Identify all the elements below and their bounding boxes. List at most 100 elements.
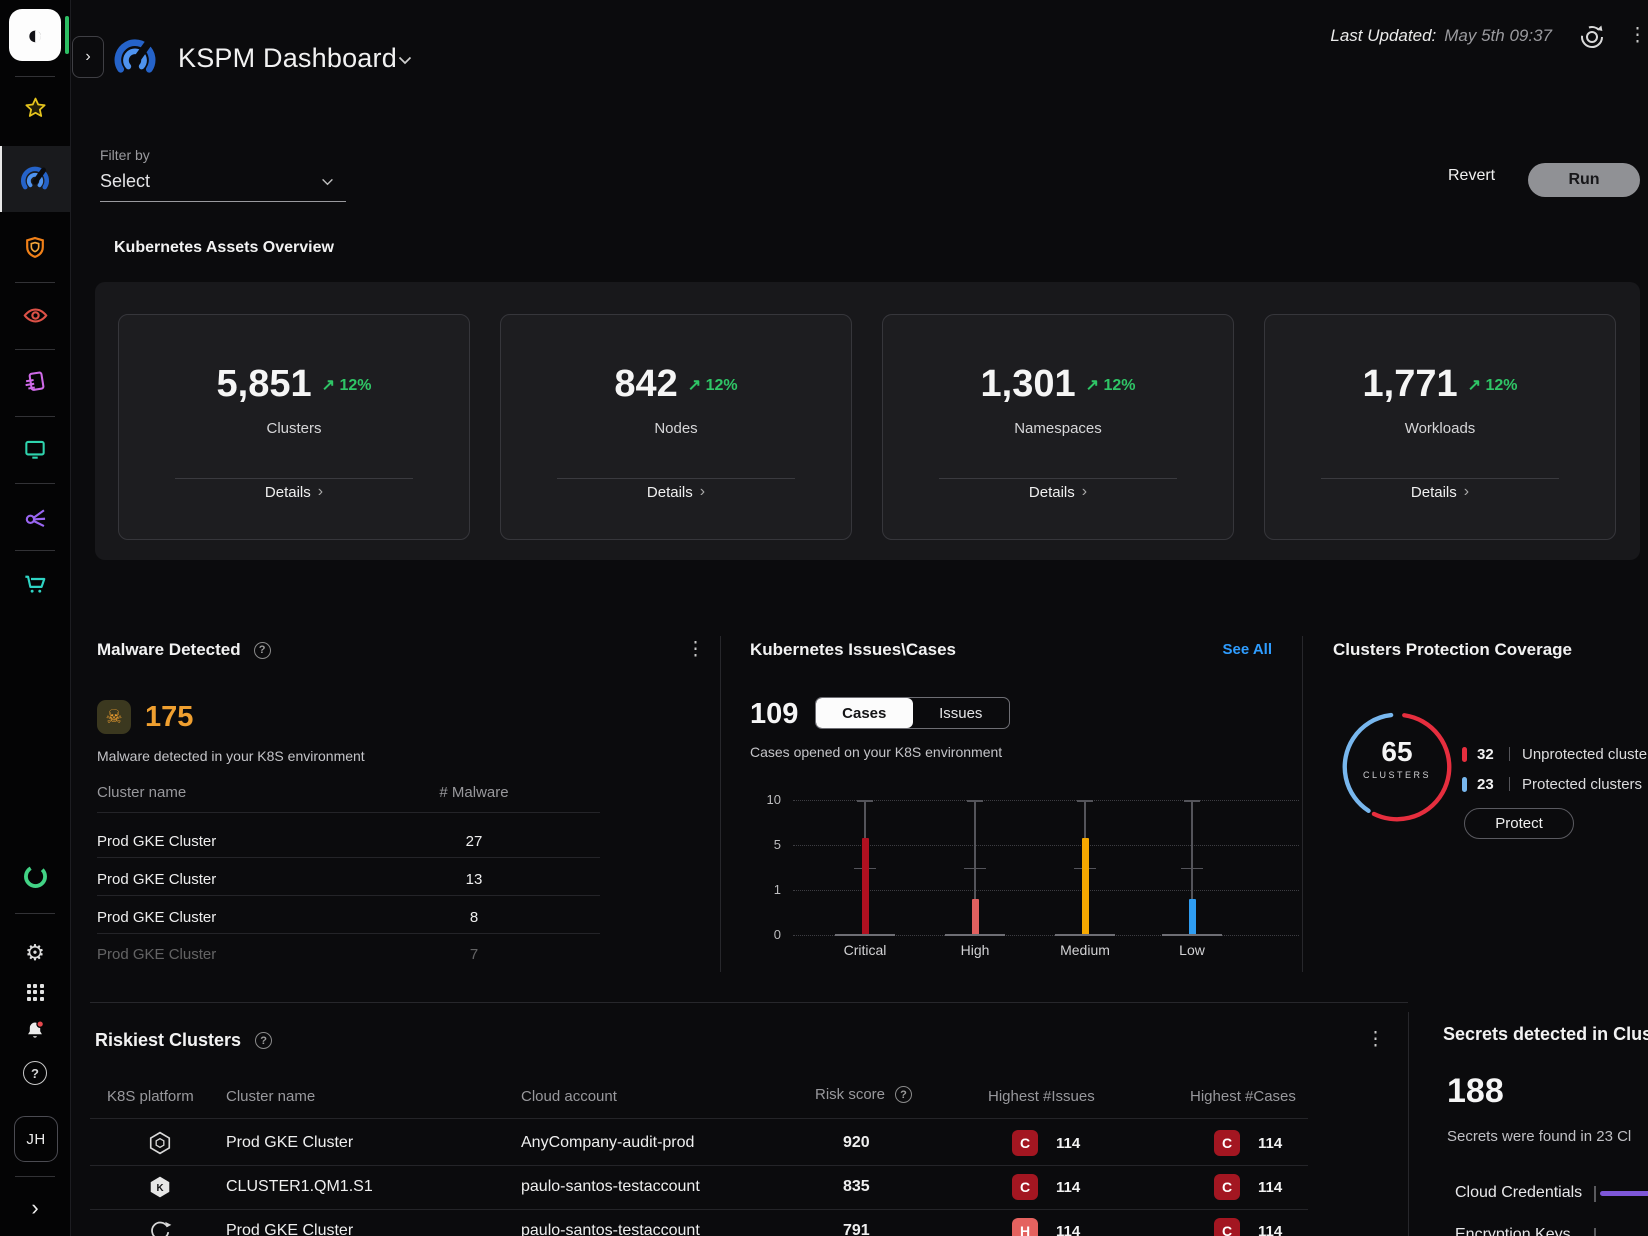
baseline-segment xyxy=(835,934,895,936)
help-icon[interactable]: ? xyxy=(255,1032,272,1049)
gridline xyxy=(793,845,1299,846)
table-divider xyxy=(97,895,600,896)
malware-menu-button[interactable]: ⋮ xyxy=(686,640,705,659)
revert-button[interactable]: Revert xyxy=(1442,166,1501,186)
risk-score: 791 xyxy=(843,1222,870,1236)
table-divider xyxy=(90,1209,1308,1210)
donut-total: 65 xyxy=(1337,736,1457,768)
filter-select[interactable]: Select xyxy=(100,171,346,202)
malware-row[interactable]: Prod GKE Cluster 27 xyxy=(97,826,600,856)
trend-up-delta: ↗ 12% xyxy=(322,375,372,395)
whisker-cap xyxy=(1184,800,1200,802)
col-cluster-name: Cluster name xyxy=(226,1088,315,1105)
workloads-count: 1,771 xyxy=(1363,363,1458,406)
last-updated-label: Last Updated: xyxy=(1330,26,1436,46)
skull-badge: ☠ xyxy=(97,700,131,734)
document-icon xyxy=(22,369,48,395)
trend-up-delta: ↗ 12% xyxy=(688,375,738,395)
stat-label: Namespaces xyxy=(883,420,1233,437)
chevron-down-icon xyxy=(398,56,412,65)
shield-icon xyxy=(22,235,48,261)
malware-row[interactable]: Prod GKE Cluster 8 xyxy=(97,902,600,932)
product-logo[interactable]: ◐ xyxy=(9,9,61,61)
cases-count: 114 xyxy=(1258,1179,1282,1196)
sidebar-item-settings[interactable]: ⚙ xyxy=(0,938,70,968)
malware-row[interactable]: Prod GKE Cluster 13 xyxy=(97,864,600,894)
secrets-title: Secrets detected in Clus xyxy=(1443,1024,1648,1045)
page-title: KSPM Dashboard xyxy=(178,43,397,74)
protect-button[interactable]: Protect xyxy=(1464,808,1574,839)
secret-item-label[interactable]: Encryption Keys xyxy=(1455,1226,1571,1236)
refresh-button[interactable] xyxy=(1577,22,1607,52)
panel-expand-button[interactable]: › xyxy=(72,36,104,78)
cases-subtitle: Cases opened on your K8S environment xyxy=(750,744,1002,760)
openshift-icon xyxy=(148,1219,172,1236)
tab-issues[interactable]: Issues xyxy=(913,698,1010,728)
cloud-account: paulo-santos-testaccount xyxy=(521,1222,700,1236)
issues-severity-badge: C xyxy=(1012,1130,1038,1156)
namespaces-count: 1,301 xyxy=(981,363,1076,406)
issues-count: 114 xyxy=(1056,1223,1080,1236)
cases-severity-badge: C xyxy=(1214,1130,1240,1156)
malware-count-cell: 13 xyxy=(424,871,524,888)
tab-cases[interactable]: Cases xyxy=(816,698,913,728)
sidebar-expand-button[interactable]: › xyxy=(0,1195,70,1221)
stat-label: Nodes xyxy=(501,420,851,437)
logo-accent-bar xyxy=(65,16,69,54)
sidebar-item-apps[interactable] xyxy=(0,978,70,1006)
help-icon[interactable]: ? xyxy=(895,1086,912,1103)
gauge-icon xyxy=(20,164,50,192)
y-axis-tick-label: 0 xyxy=(745,927,781,942)
whisker-mid-tick xyxy=(964,868,986,870)
baseline-segment xyxy=(1055,934,1115,936)
gauge-icon xyxy=(113,36,157,76)
donut-unit-label: CLUSTERS xyxy=(1337,770,1457,780)
details-link[interactable]: Details› xyxy=(501,483,851,501)
stat-card-workloads: 1,771 ↗ 12% Workloads Details› xyxy=(1264,314,1616,540)
refresh-icon xyxy=(1577,22,1607,52)
secrets-count: 188 xyxy=(1447,1072,1504,1111)
assets-overview-heading: Kubernetes Assets Overview xyxy=(114,239,334,257)
table-divider xyxy=(90,1165,1308,1166)
sidebar-item-reports[interactable] xyxy=(0,366,70,398)
malware-row[interactable]: Prod GKE Cluster 7 xyxy=(97,940,600,968)
details-link[interactable]: Details› xyxy=(119,483,469,501)
title-dropdown[interactable] xyxy=(398,56,412,65)
stat-card-nodes: 842 ↗ 12% Nodes Details› xyxy=(500,314,852,540)
sidebar-item-favorites[interactable] xyxy=(0,92,70,124)
header-menu-button[interactable]: ⋮ xyxy=(1628,26,1647,45)
clusters-count: 5,851 xyxy=(217,363,312,406)
details-link[interactable]: Details› xyxy=(1265,483,1615,501)
y-axis-tick-label: 5 xyxy=(745,837,781,852)
baseline-segment xyxy=(1162,934,1222,936)
cluster-name: Prod GKE Cluster xyxy=(97,909,424,926)
sidebar-item-notifications[interactable] xyxy=(0,1016,70,1046)
issues-cases-title: Kubernetes Issues\Cases xyxy=(750,640,956,660)
sidebar-item-kspm-dashboard[interactable] xyxy=(0,162,70,194)
sidebar-item-protection[interactable] xyxy=(0,232,70,264)
col-cloud-account: Cloud account xyxy=(521,1088,617,1105)
unprotected-label: Unprotected clusters xyxy=(1522,746,1648,763)
details-link[interactable]: Details› xyxy=(883,483,1233,501)
panel-divider xyxy=(720,636,721,972)
whisker-cap xyxy=(857,800,873,802)
sidebar-item-visibility[interactable] xyxy=(0,299,70,331)
sidebar-divider xyxy=(15,76,55,77)
legend-unprotected: 32 Unprotected clusters xyxy=(1462,745,1648,763)
avatar[interactable]: JH xyxy=(14,1116,58,1162)
baseline-segment xyxy=(945,934,1005,936)
sidebar-item-workstations[interactable] xyxy=(0,433,70,465)
sidebar-item-connections[interactable] xyxy=(0,500,70,532)
risk-score: 835 xyxy=(843,1178,870,1196)
run-button[interactable]: Run xyxy=(1528,163,1640,197)
x-axis-label: Low xyxy=(1142,942,1242,958)
malware-title: Malware Detected xyxy=(97,640,241,660)
malware-count: 175 xyxy=(145,701,193,734)
secret-item-label[interactable]: Cloud Credentials xyxy=(1455,1184,1582,1202)
sidebar-item-integration[interactable] xyxy=(0,860,70,892)
sidebar-item-help[interactable]: ? xyxy=(0,1060,70,1086)
help-icon[interactable]: ? xyxy=(254,642,271,659)
riskiest-menu-button[interactable]: ⋮ xyxy=(1366,1030,1385,1049)
sidebar-item-marketplace[interactable] xyxy=(0,567,70,599)
see-all-link[interactable]: See All xyxy=(1196,641,1272,658)
